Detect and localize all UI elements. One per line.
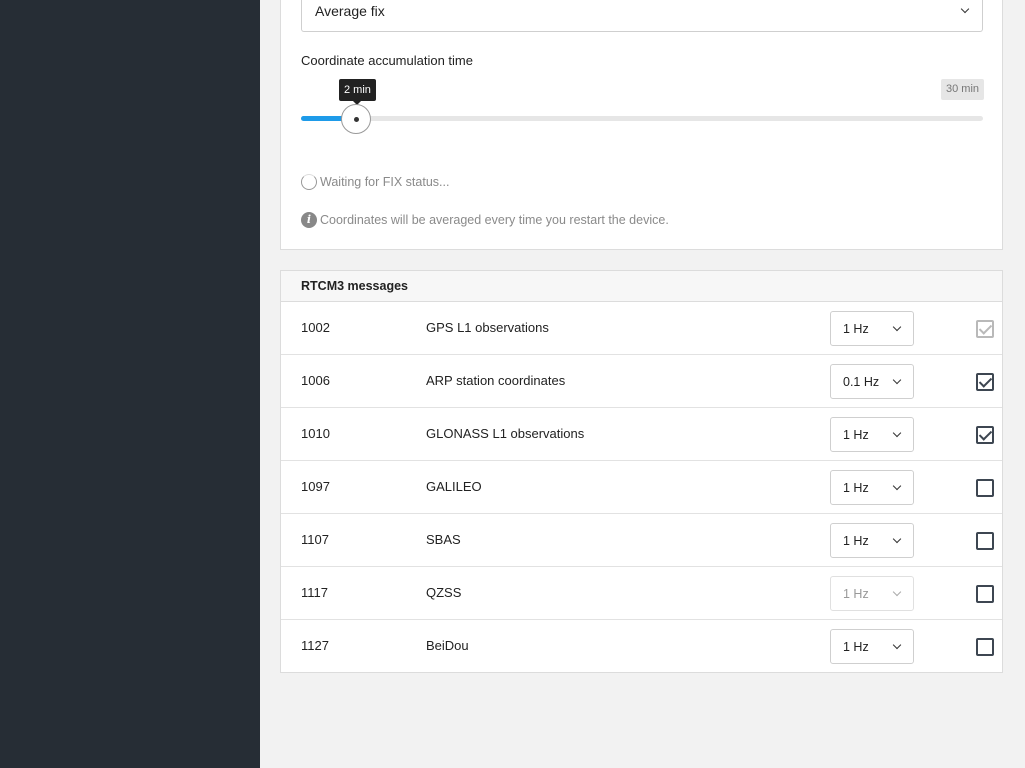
rtcm-rate-value: 1 Hz (843, 480, 869, 495)
rtcm-rate-select[interactable]: 1 Hz (830, 470, 914, 505)
rtcm-message-name: GPS L1 observations (426, 320, 549, 335)
rtcm-enable-checkbox[interactable] (976, 585, 994, 603)
rtcm-message-list: 1002 GPS L1 observations 1 Hz 1006 ARP stati… (281, 302, 1002, 673)
rtcm-rate-value: 1 Hz (843, 533, 869, 548)
rtcm-rate-value: 1 Hz (843, 639, 869, 654)
fix-status-text: Waiting for FIX status... (320, 175, 450, 189)
rtcm-message-name: ARP station coordinates (426, 373, 566, 388)
accumulation-slider-handle[interactable] (341, 104, 371, 134)
slider-current-value: 2 min (339, 79, 376, 105)
chevron-down-icon (893, 590, 901, 598)
rtcm-messages-card: RTCM3 messages 1002 GPS L1 observations 1 … (280, 270, 1003, 673)
chevron-down-icon (893, 643, 901, 651)
rtcm-rate-value: 1 Hz (843, 427, 869, 442)
rtcm-message-name: SBAS (426, 532, 461, 547)
chevron-down-icon (893, 537, 901, 545)
chevron-down-icon (893, 378, 901, 386)
rtcm-enable-checkbox[interactable] (976, 532, 994, 550)
rtcm-message-id: 1097 (301, 479, 330, 494)
rtcm-enable-checkbox[interactable] (976, 638, 994, 656)
rtcm-rate-select[interactable]: 0.1 Hz (830, 364, 914, 399)
rtcm-message-name: GALILEO (426, 479, 482, 494)
rtcm-message-id: 1117 (301, 585, 328, 600)
rtcm-message-row: 1002 GPS L1 observations 1 Hz (281, 302, 1002, 355)
rtcm-message-id: 1127 (301, 638, 329, 653)
rtcm-rate-value: 0.1 Hz (843, 374, 880, 389)
rtcm-message-name: BeiDou (426, 638, 469, 653)
rtcm-message-name: GLONASS L1 observations (426, 426, 585, 441)
slider-max-value: 30 min (941, 79, 985, 100)
rtcm-message-row: 1107 SBAS 1 Hz (281, 514, 1002, 567)
rtcm-rate-select[interactable]: 1 Hz (830, 629, 914, 664)
spinner-icon (301, 174, 317, 190)
rtcm-enable-checkbox[interactable] (976, 373, 994, 391)
averaging-info: i Coordinates will be averaged every tim… (301, 212, 669, 228)
base-mode-value: Average fix (315, 2, 385, 19)
chevron-down-icon (893, 484, 901, 492)
rtcm-enable-checkbox[interactable] (976, 426, 994, 444)
chevron-down-icon (961, 7, 969, 15)
rtcm-rate-select: 1 Hz (830, 576, 914, 611)
rtcm-message-row: 1127 BeiDou 1 Hz (281, 620, 1002, 673)
info-icon: i (301, 212, 317, 228)
rtcm-message-name: QZSS (426, 585, 462, 600)
rtcm-rate-value: 1 Hz (843, 321, 869, 336)
chevron-down-icon (893, 431, 901, 439)
rtcm-enable-checkbox (976, 320, 994, 338)
rtcm-message-id: 1010 (301, 426, 330, 441)
rtcm-rate-select[interactable]: 1 Hz (830, 311, 914, 346)
rtcm-rate-select[interactable]: 1 Hz (830, 417, 914, 452)
rtcm-message-row: 1010 GLONASS L1 observations 1 Hz (281, 408, 1002, 461)
rtcm-message-id: 1002 (301, 320, 330, 335)
chevron-down-icon (893, 325, 901, 333)
fix-status: Waiting for FIX status... (301, 174, 449, 190)
rtcm-card-title: RTCM3 messages (281, 271, 1002, 302)
rtcm-message-row: 1097 GALILEO 1 Hz (281, 461, 1002, 514)
base-mode-select[interactable]: Average fix (301, 0, 983, 32)
rtcm-enable-checkbox[interactable] (976, 479, 994, 497)
rtcm-message-id: 1107 (301, 532, 329, 547)
rtcm-rate-value: 1 Hz (843, 586, 869, 601)
rtcm-message-row: 1117 QZSS 1 Hz (281, 567, 1002, 620)
rtcm-message-id: 1006 (301, 373, 330, 388)
base-settings-card: Average fix Coordinate accumulation time… (280, 0, 1003, 250)
rtcm-message-row: 1006 ARP station coordinates 0.1 Hz (281, 355, 1002, 408)
sidebar (0, 0, 260, 768)
accumulation-slider-track[interactable] (301, 116, 983, 121)
main-content: Average fix Coordinate accumulation time… (260, 0, 1025, 768)
accumulation-time-label: Coordinate accumulation time (301, 53, 473, 68)
rtcm-rate-select[interactable]: 1 Hz (830, 523, 914, 558)
averaging-info-text: Coordinates will be averaged every time … (320, 213, 669, 227)
